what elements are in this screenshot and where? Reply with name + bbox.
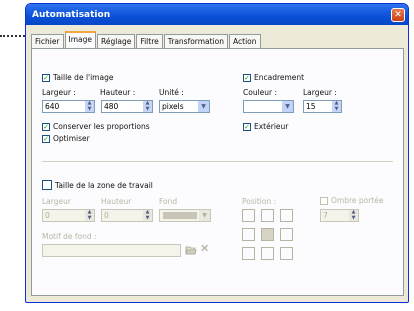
position-label: Position : <box>242 197 277 206</box>
shadow-stepper[interactable]: 7 ▲ ▼ <box>320 209 359 222</box>
unit-label: Unité : <box>159 88 184 97</box>
width-stepper[interactable]: 640 ▲ ▼ <box>42 100 95 113</box>
position-middle-right[interactable] <box>280 228 293 241</box>
exterior-label: Extérieur <box>254 122 289 131</box>
tab-transformation[interactable]: Transformation <box>163 34 229 48</box>
width-label: Largeur : <box>42 88 76 97</box>
tab-fichier[interactable]: Fichier <box>31 34 64 48</box>
shadow-value: 7 <box>323 211 328 220</box>
canvas-bg-swatch <box>163 212 197 219</box>
position-grid <box>242 209 297 264</box>
shadow-label: Ombre portée <box>331 196 384 205</box>
keep-ratio-checkbox[interactable]: ✓ <box>42 122 50 131</box>
height-stepper[interactable]: 480 ▲ ▼ <box>101 100 153 113</box>
open-folder-icon[interactable] <box>185 244 197 256</box>
pattern-field[interactable] <box>42 244 181 257</box>
unit-dropdown-icon[interactable]: ▼ <box>198 101 209 112</box>
canvas-width-spin-buttons[interactable]: ▲ ▼ <box>85 210 94 221</box>
window-title: Automatisation <box>32 9 111 20</box>
canvas-bg-label: Fond <box>159 197 178 206</box>
canvas-bg-select[interactable]: ▼ <box>159 209 211 222</box>
title-bar: Automatisation ✕ <box>26 4 408 25</box>
optimize-checkbox[interactable]: ✓ <box>42 134 50 143</box>
canvas-size-row: Taille de la zone de travail <box>42 180 153 190</box>
frame-width-stepper[interactable]: 15 ▲ ▼ <box>303 100 342 113</box>
delete-icon[interactable]: ✕ <box>200 242 209 255</box>
image-size-row: ✓ Taille de l'image <box>42 73 113 82</box>
automation-dialog: Automatisation ✕ Fichier Image Réglage F… <box>25 3 409 303</box>
position-top-center[interactable] <box>261 209 274 222</box>
position-bottom-center[interactable] <box>261 247 274 260</box>
section-divider <box>42 161 393 162</box>
canvas-height-label: Hauteur <box>101 197 132 206</box>
canvas-bg-dropdown-icon[interactable]: ▼ <box>199 210 210 221</box>
canvas-width-stepper[interactable]: 0 ▲ ▼ <box>42 209 95 222</box>
optimize-label: Optimiser <box>53 134 90 143</box>
frame-color-dropdown-icon[interactable]: ▼ <box>282 101 293 112</box>
tab-filtre[interactable]: Filtre <box>136 34 163 48</box>
position-top-left[interactable] <box>242 209 255 222</box>
position-center[interactable] <box>261 228 274 241</box>
width-spin-buttons[interactable]: ▲ ▼ <box>85 101 94 112</box>
exterior-checkbox[interactable]: ✓ <box>243 122 251 131</box>
frame-width-label: Largeur : <box>303 88 337 97</box>
tab-image[interactable]: Image <box>64 31 97 48</box>
tab-strip: Fichier Image Réglage Filtre Transformat… <box>31 31 262 48</box>
shadow-checkbox[interactable] <box>320 196 328 205</box>
close-icon[interactable]: ✕ <box>391 7 405 22</box>
shadow-row: Ombre portée <box>320 196 384 205</box>
pattern-label: Motif de fond : <box>42 232 97 241</box>
canvas-size-label: Taille de la zone de travail <box>55 180 153 190</box>
height-label: Hauteur : <box>100 88 136 97</box>
frame-width-value: 15 <box>306 102 316 111</box>
frame-color-label: Couleur : <box>243 88 278 97</box>
position-top-right[interactable] <box>280 209 293 222</box>
keep-ratio-row: ✓ Conserver les proportions <box>42 122 150 131</box>
height-value: 480 <box>104 102 119 111</box>
position-middle-left[interactable] <box>242 228 255 241</box>
shadow-spin-buttons[interactable]: ▲ ▼ <box>349 210 358 221</box>
canvas-height-stepper[interactable]: 0 ▲ ▼ <box>101 209 153 222</box>
frame-width-spin-buttons[interactable]: ▲ ▼ <box>332 101 341 112</box>
tab-reglage[interactable]: Réglage <box>97 34 136 48</box>
height-spin-buttons[interactable]: ▲ ▼ <box>143 101 152 112</box>
frame-color-select[interactable]: ▼ <box>243 100 294 113</box>
canvas-size-checkbox[interactable] <box>42 180 52 190</box>
unit-select[interactable]: pixels ▼ <box>159 100 210 113</box>
keep-ratio-label: Conserver les proportions <box>53 122 150 131</box>
frame-row: ✓ Encadrement <box>243 73 304 82</box>
position-bottom-right[interactable] <box>280 247 293 260</box>
tab-action[interactable]: Action <box>229 34 261 48</box>
frame-checkbox[interactable]: ✓ <box>243 73 251 82</box>
optimize-row: ✓ Optimiser <box>42 134 90 143</box>
frame-label: Encadrement <box>254 73 305 82</box>
canvas-width-value: 0 <box>45 211 50 220</box>
image-tab-panel: ✓ Taille de l'image Largeur : 640 ▲ ▼ Hau… <box>31 48 404 296</box>
unit-value: pixels <box>162 102 184 111</box>
canvas-height-spin-buttons[interactable]: ▲ ▼ <box>143 210 152 221</box>
width-value: 640 <box>45 102 60 111</box>
canvas-height-value: 0 <box>104 211 109 220</box>
image-size-checkbox[interactable]: ✓ <box>42 73 50 82</box>
image-size-label: Taille de l'image <box>53 73 114 82</box>
exterior-row: ✓ Extérieur <box>243 122 288 131</box>
position-bottom-left[interactable] <box>242 247 255 260</box>
canvas-width-label: Largeur <box>42 197 71 206</box>
